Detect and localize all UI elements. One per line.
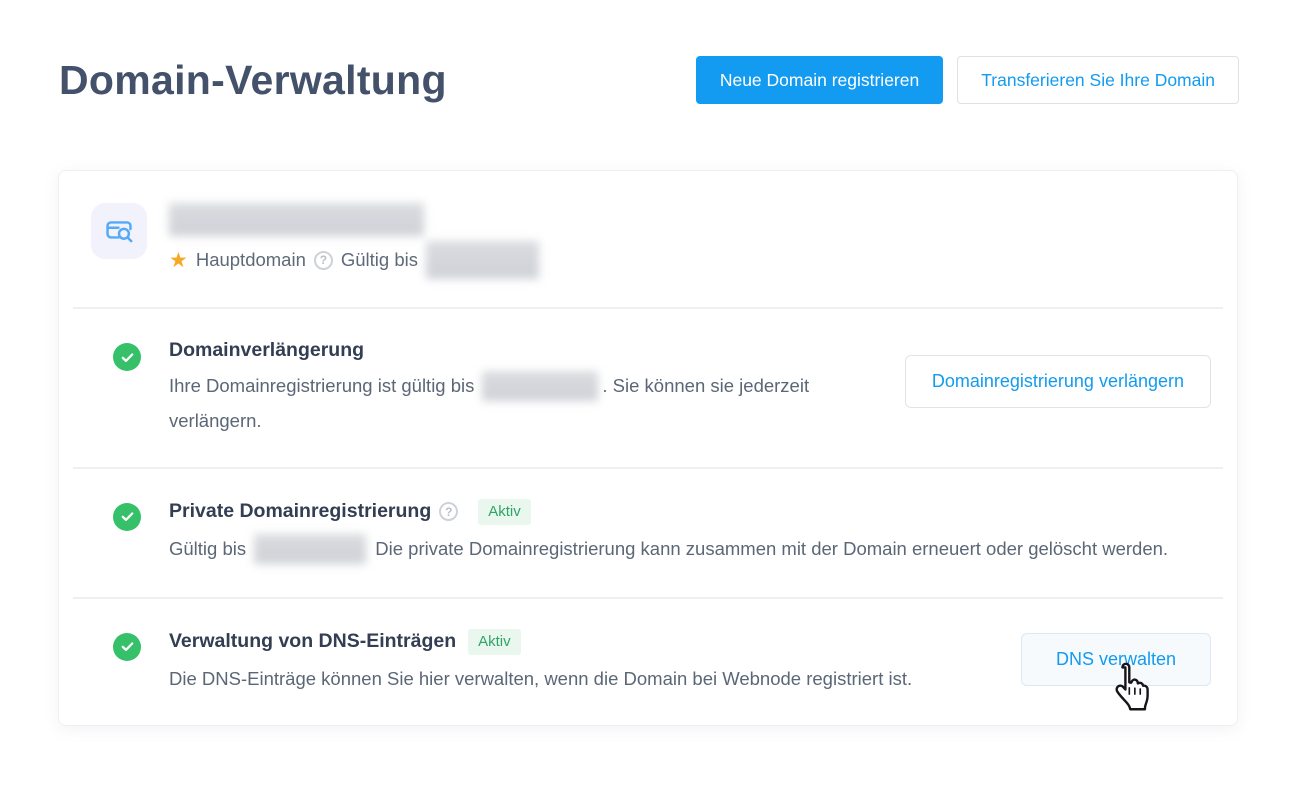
question-mark-icon[interactable]: ?: [313, 250, 333, 270]
section-content: Domainverlängerung Ihre Domainregistrier…: [169, 339, 861, 437]
domain-search-icon: [91, 203, 147, 259]
section-content: Verwaltung von DNS-Einträgen Aktiv Die D…: [169, 628, 977, 696]
manage-dns-button[interactable]: DNS verwalten: [1020, 632, 1211, 711]
question-mark-icon[interactable]: ?: [439, 502, 459, 522]
section-title: Domainverlängerung: [169, 339, 365, 361]
star-icon: ★: [169, 248, 188, 272]
section-content: Private Domainregistrierung ? Aktiv Gült…: [169, 498, 1211, 567]
hand-pointer-cursor-icon: [1108, 661, 1150, 717]
section-action: DNS verwalten: [1020, 629, 1211, 711]
check-circle-icon: [113, 502, 141, 531]
check-circle-icon: [113, 343, 141, 371]
main-domain-label: Hauptdomain: [195, 249, 306, 270]
header-actions: Neue Domain registrieren Transferieren S…: [695, 56, 1239, 104]
redacted-expiry-date: [254, 533, 367, 564]
register-domain-button[interactable]: Neue Domain registrieren: [695, 56, 944, 104]
domain-card: ★ Hauptdomain ? Gültig bis Domainverläng…: [58, 170, 1238, 727]
valid-until-label: Gültig bis: [340, 249, 418, 270]
section-dns-management: Verwaltung von DNS-Einträgen Aktiv Die D…: [73, 596, 1223, 726]
redacted-domain-name: [169, 203, 424, 236]
domain-meta-line: ★ Hauptdomain ? Gültig bis: [169, 241, 539, 279]
status-badge: Aktiv: [478, 498, 531, 526]
page-header: Domain-Verwaltung Neue Domain registrier…: [0, 0, 1311, 104]
redacted-valid-until-date: [426, 241, 539, 279]
status-badge: Aktiv: [468, 628, 521, 656]
check-circle-icon: [113, 632, 141, 661]
domain-card-header: ★ Hauptdomain ? Gültig bis: [59, 171, 1237, 307]
section-description: Gültig bis Die private Domainregistrieru…: [169, 532, 1185, 567]
renew-domain-button[interactable]: Domainregistrierung verlängern: [904, 355, 1211, 408]
section-description: Ihre Domainregistrierung ist gültig bis.…: [169, 369, 861, 437]
redacted-expiry-date: [482, 370, 599, 401]
section-title: Private Domainregistrierung: [169, 500, 432, 523]
domain-header-info: ★ Hauptdomain ? Gültig bis: [169, 203, 539, 279]
section-title: Verwaltung von DNS-Einträgen: [169, 630, 457, 653]
page-title: Domain-Verwaltung: [59, 56, 447, 103]
section-action: Domainregistrierung verlängern: [904, 339, 1211, 408]
section-private-registration: Private Domainregistrierung ? Aktiv Gült…: [73, 466, 1223, 597]
section-domain-renewal: Domainverlängerung Ihre Domainregistrier…: [73, 307, 1223, 467]
transfer-domain-button[interactable]: Transferieren Sie Ihre Domain: [957, 56, 1239, 104]
section-description: Die DNS-Einträge können Sie hier verwalt…: [169, 668, 913, 690]
